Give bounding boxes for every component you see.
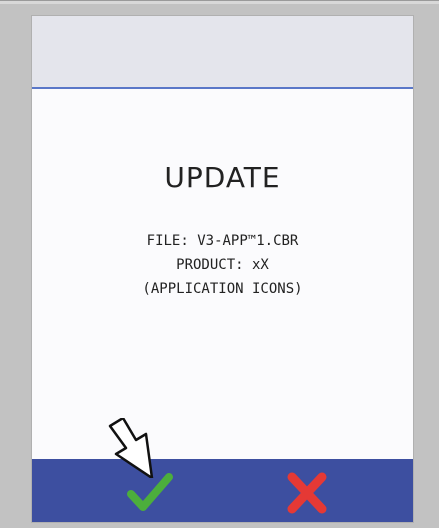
cancel-button[interactable]: [282, 467, 332, 517]
close-icon: [287, 472, 327, 514]
window-top-edge: [0, 0, 439, 4]
header-band: [32, 16, 413, 89]
page-title: UPDATE: [164, 161, 281, 194]
pointer-arrow-icon: [108, 418, 154, 478]
device-screen: UPDATE FILE: V3-APP™1.CBR PRODUCT: xX (A…: [32, 16, 413, 522]
file-name-text: FILE: V3-APP™1.CBR: [146, 233, 299, 249]
application-icons-text: (APPLICATION ICONS): [142, 281, 303, 297]
update-content: UPDATE FILE: V3-APP™1.CBR PRODUCT: xX (A…: [32, 87, 413, 459]
product-text: PRODUCT: xX: [176, 257, 269, 273]
footer-action-bar: [32, 459, 413, 522]
